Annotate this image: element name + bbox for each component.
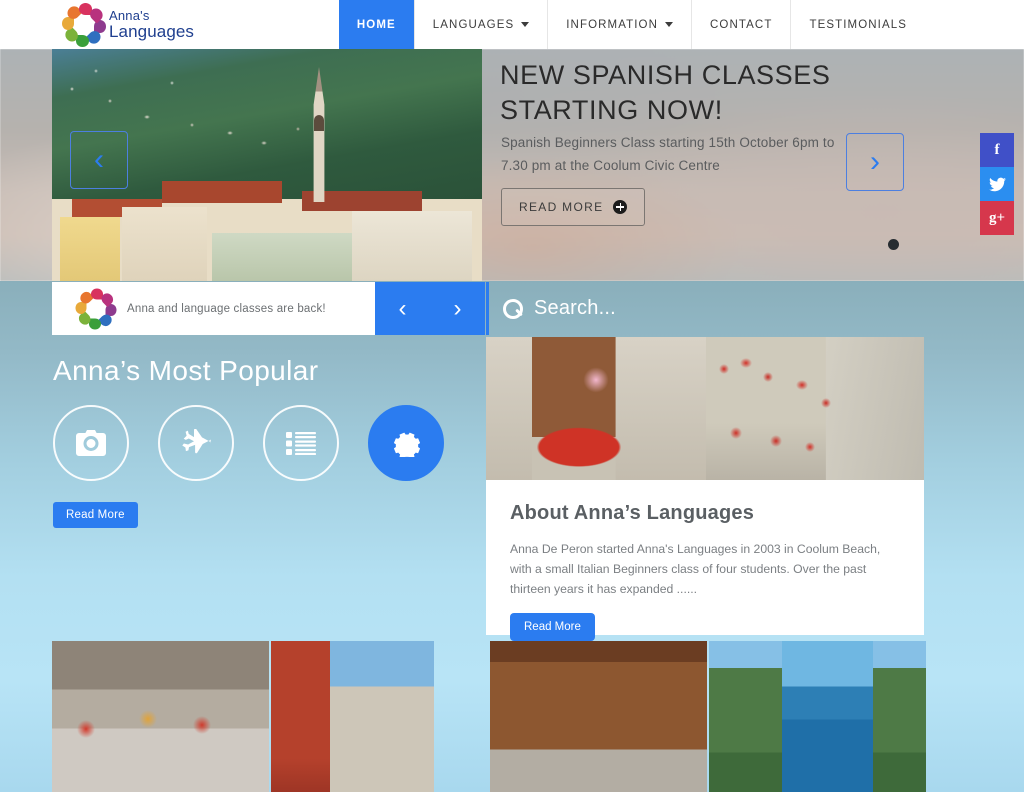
logo-wordmark: Anna's Languages (109, 9, 194, 40)
slider-prev-button[interactable]: ‹ (70, 131, 128, 189)
twitter-bird-icon (988, 177, 1006, 191)
hero-title: NEW SPANISH CLASSES STARTING NOW! (500, 60, 831, 126)
about-title: About Anna’s Languages (510, 502, 755, 524)
social-link-google-plus[interactable]: g+ (980, 201, 1014, 235)
main-navigation: HOME LANGUAGES INFORMATION CONTACT TESTIMONI… (338, 0, 925, 49)
nav-item-contact[interactable]: CONTACT (691, 0, 790, 49)
hero-read-more-label: READ MORE (519, 200, 604, 214)
logo-line-2: Languages (109, 22, 195, 41)
gallery-item-capri-coastline-with-faraglioni-rocks[interactable] (709, 641, 926, 792)
airplane-icon (181, 429, 211, 457)
hero-subtitle: Spanish Beginners Class starting 15th Oc… (501, 135, 835, 173)
popular-list-button[interactable] (263, 405, 339, 481)
news-ticker-message: Anna and language classes are back! (127, 302, 326, 315)
hero-image-houses (52, 199, 482, 281)
hero-slider: NEW SPANISH CLASSES STARTING NOW! Spanis… (52, 49, 972, 281)
popular-camera-button[interactable] (53, 405, 129, 481)
about-image-alley (706, 337, 924, 480)
social-share-rail: f g+ (980, 133, 1014, 235)
search-icon (503, 299, 523, 319)
gallery-item-boulangerie-le-pain-dhippolyte-shopfront[interactable] (490, 641, 707, 792)
nav-item-home[interactable]: HOME (338, 0, 414, 49)
pinwheel-speech-bubbles-logo-icon (75, 288, 117, 329)
gallery-item-red-building-with-stairway-and-market-street[interactable] (271, 641, 488, 792)
list-icon (286, 431, 316, 455)
news-ticker-body: Anna and language classes are back! (52, 282, 375, 335)
about-read-more-button[interactable]: Read More (510, 613, 595, 641)
nav-item-label: INFORMATION (566, 18, 659, 31)
logo-line-1: Anna's (109, 8, 150, 23)
nav-item-label: LANGUAGES (432, 18, 515, 31)
site-logo[interactable]: Anna's Languages (61, 2, 194, 47)
about-card-image (486, 337, 924, 480)
popular-gear-button[interactable] (368, 405, 444, 481)
nav-item-label: HOME (356, 18, 396, 31)
social-link-twitter[interactable] (980, 167, 1014, 201)
most-popular-icon-row (53, 405, 472, 481)
slider-pagination (888, 239, 899, 250)
hero-read-more-button[interactable]: READ MORE (501, 188, 646, 226)
news-ticker: Anna and language classes are back! ‹ › (52, 282, 485, 335)
site-header: Anna's Languages HOME LANGUAGES INFORMATIO… (0, 0, 1024, 49)
about-card: About Anna’s Languages Anna De Peron sta… (486, 337, 924, 641)
nav-item-information[interactable]: INFORMATION (547, 0, 691, 49)
about-text: Anna De Peron started Anna's Languages i… (510, 542, 881, 596)
social-link-facebook[interactable]: f (980, 133, 1014, 167)
ticker-next-button[interactable]: › (454, 296, 462, 321)
slider-dot[interactable] (888, 239, 899, 250)
nav-item-languages[interactable]: LANGUAGES (413, 0, 547, 49)
about-image-vespa (486, 337, 706, 480)
gear-icon (392, 429, 420, 457)
slider-next-button[interactable]: › (846, 133, 904, 191)
nav-item-label: TESTIMONIALS (809, 18, 907, 31)
camera-icon (76, 430, 106, 456)
google-plus-glyph-icon: g+ (988, 209, 1006, 226)
most-popular-title: Anna’s Most Popular (53, 355, 319, 386)
photo-gallery-strip (52, 641, 972, 792)
most-popular-panel: Anna’s Most Popular Read More (52, 355, 472, 545)
pinwheel-speech-bubbles-logo-icon (61, 2, 106, 47)
ticker-prev-button[interactable]: ‹ (399, 296, 407, 321)
search-bar[interactable] (486, 282, 924, 335)
nav-item-testimonials[interactable]: TESTIMONIALS (790, 0, 925, 49)
search-input[interactable] (534, 297, 864, 320)
chevron-down-icon (521, 22, 530, 27)
popular-airplane-button[interactable] (158, 405, 234, 481)
chevron-down-icon (665, 22, 674, 27)
gallery-item-spanish-folk-dancers-in-street[interactable] (52, 641, 269, 792)
about-card-body: About Anna’s Languages Anna De Peron sta… (486, 480, 924, 641)
chevron-left-icon: ‹ (94, 143, 104, 176)
nav-item-label: CONTACT (710, 18, 773, 31)
chevron-right-icon: › (870, 145, 880, 178)
most-popular-read-more-button[interactable]: Read More (53, 502, 138, 528)
facebook-glyph-icon: f (994, 141, 1000, 158)
plus-circle-icon (613, 200, 628, 214)
news-ticker-nav: ‹ › (375, 282, 485, 335)
